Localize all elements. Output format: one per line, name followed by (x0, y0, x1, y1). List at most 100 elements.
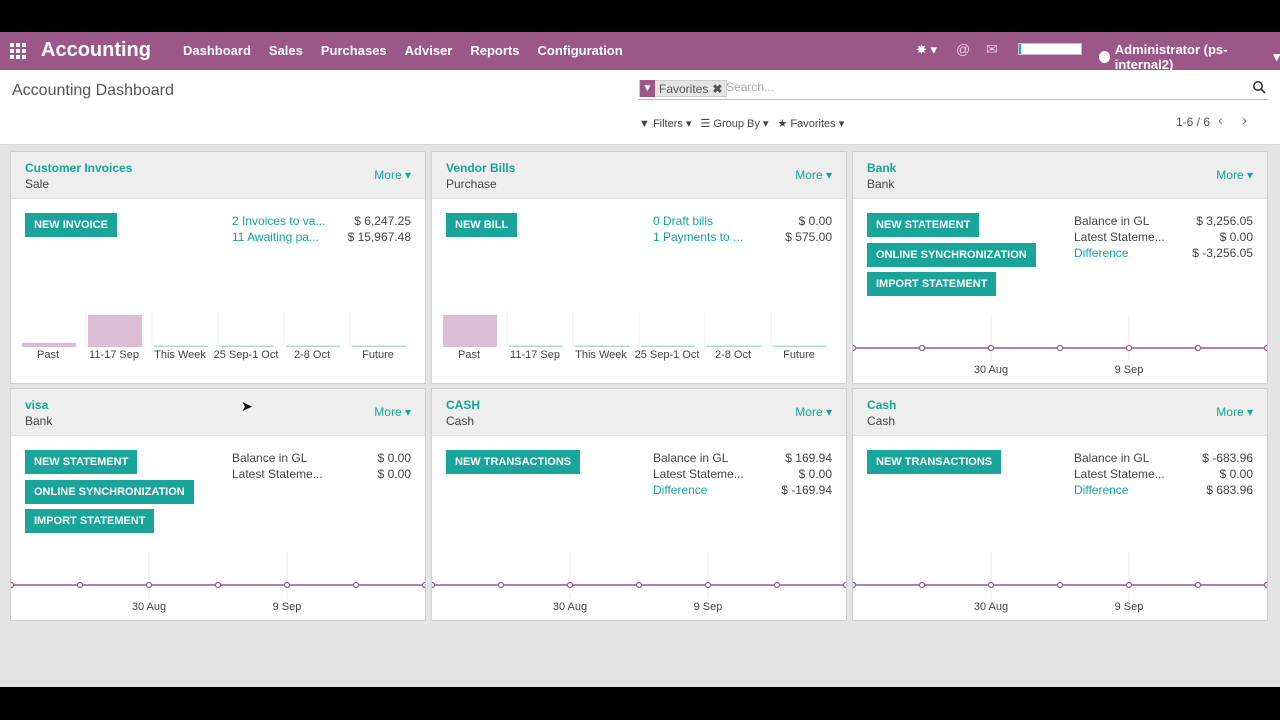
more-dropdown-button[interactable]: More ▾ (374, 405, 411, 419)
chart-bar (443, 315, 497, 347)
journal-card-cash: 30 Aug 9 Sep Cash Cash More ▾ NEW TRANSACTION… (853, 389, 1267, 620)
chart-point (1263, 344, 1267, 352)
chart-point (987, 344, 995, 352)
card-title[interactable]: Customer Invoices (25, 161, 132, 175)
chart-bar (286, 345, 340, 347)
user-menu[interactable]: Administrator (ps-internal2) ▾ (1099, 42, 1280, 72)
new-transactions-button[interactable]: NEW TRANSACTIONS (446, 450, 581, 474)
search-input[interactable] (726, 80, 1226, 94)
more-dropdown-button[interactable]: More ▾ (1216, 405, 1253, 419)
more-dropdown-button[interactable]: More ▾ (795, 405, 832, 419)
new-transactions-button[interactable]: NEW TRANSACTIONS (867, 450, 1002, 474)
group-by-button[interactable]: ☰ Group By ▾ (700, 117, 768, 130)
list-icon: ☰ (700, 118, 711, 130)
more-dropdown-button[interactable]: More ▾ (795, 168, 832, 182)
chart-category-label: 2-8 Oct (715, 349, 751, 361)
card-title[interactable]: Bank (867, 161, 896, 175)
filters-button[interactable]: ▼ Filters ▾ (639, 117, 691, 130)
mouse-cursor-icon: ➤ (241, 398, 253, 414)
mentions-icon[interactable]: @ (956, 41, 970, 57)
chart-point (283, 581, 291, 589)
new-statement-button[interactable]: NEW STATEMENT (867, 213, 980, 237)
chart-point (76, 581, 84, 589)
online-synchronization-button[interactable]: ONLINE SYNCHRONIZATION (25, 479, 194, 504)
stat-value: $ -3,256.05 (1192, 246, 1253, 260)
stat-value: $ -169.94 (781, 483, 832, 497)
stat-value: $ 169.94 (785, 451, 832, 465)
chart-point (987, 581, 995, 589)
caret-down-icon: ▾ (1243, 405, 1253, 419)
chart-bar (773, 345, 827, 347)
chart-point (1056, 344, 1064, 352)
chevron-right-icon[interactable]: › (1242, 112, 1247, 129)
chart-point (352, 581, 360, 589)
card-title[interactable]: visa (25, 398, 48, 412)
card-title[interactable]: Vendor Bills (446, 161, 515, 175)
stat-label[interactable]: 2 Invoices to va... (232, 214, 325, 228)
favorites-button[interactable]: ★ Favorites ▾ (777, 117, 844, 130)
chart-category-label: This Week (154, 349, 206, 361)
chart-point (421, 581, 425, 589)
more-dropdown-button[interactable]: More ▾ (374, 168, 411, 182)
chart-tick-label: 30 Aug (553, 601, 587, 613)
stat-label[interactable]: Difference (653, 483, 707, 497)
stat-label: Balance in GL (653, 451, 729, 465)
new-invoice-button[interactable]: NEW INVOICE (25, 213, 117, 237)
chevron-down-icon: ▾ (1273, 49, 1280, 64)
stat-label[interactable]: 1 Payments to ... (653, 230, 743, 244)
new-bill-button[interactable]: NEW BILL (446, 213, 518, 237)
progress-bar (1018, 43, 1082, 55)
pager-value: 1-6 / 6 (1176, 115, 1211, 129)
app-window: Accounting Dashboard Sales Purchases Adv… (0, 32, 1280, 687)
chart-point (1194, 344, 1202, 352)
menu-purchases[interactable]: Purchases (321, 43, 387, 58)
search-options: ▼ Filters ▾ ☰ Group By ▾ ★ Favorites ▾ (639, 117, 844, 130)
journal-card-customer-invoices: Past 11-17 Sep This Week 25 Sep-1 Oct 2-8 Oc… (11, 152, 425, 383)
chevron-left-icon[interactable]: ‹ (1218, 112, 1223, 129)
import-statement-button[interactable]: IMPORT STATEMENT (867, 272, 997, 296)
app-brand[interactable]: Accounting (41, 39, 151, 62)
menu-reports[interactable]: Reports (470, 43, 519, 58)
card-header: Customer Invoices Sale More ▾ (11, 152, 425, 199)
star-icon: ★ (777, 118, 788, 130)
stat-label[interactable]: 0 Draft bills (653, 214, 713, 228)
chart-point (773, 581, 781, 589)
card-header: visa Bank More ▾ (11, 389, 425, 436)
card-title[interactable]: Cash (867, 398, 896, 412)
card-title[interactable]: CASH (446, 398, 480, 412)
online-synchronization-button[interactable]: ONLINE SYNCHRONIZATION (867, 242, 1036, 267)
chart-point (918, 344, 926, 352)
stat-label[interactable]: Difference (1074, 483, 1128, 497)
menu-adviser[interactable]: Adviser (405, 43, 453, 58)
more-label: More (795, 168, 823, 182)
menu-sales[interactable]: Sales (269, 43, 303, 58)
stat-label: Balance in GL (1074, 214, 1150, 228)
chart-category-label: Past (458, 349, 480, 361)
chart-point (1263, 581, 1267, 589)
menu-configuration[interactable]: Configuration (537, 43, 622, 58)
chart-tick-label: 30 Aug (974, 364, 1008, 376)
chart-point (432, 581, 436, 589)
facet-label: Favorites (659, 81, 709, 96)
stat-value: $ 15,967.48 (347, 230, 411, 244)
stat-label[interactable]: Difference (1074, 246, 1128, 260)
debug-bug-icon[interactable]: ✸ ▾ (916, 42, 937, 58)
apps-grid-icon[interactable] (10, 43, 26, 59)
stat-label[interactable]: 11 Awaiting pa... (232, 230, 319, 244)
menu-dashboard[interactable]: Dashboard (183, 43, 251, 58)
card-header: CASH Cash More ▾ (432, 389, 846, 436)
chart-point (1056, 581, 1064, 589)
filter-icon: ▼ (640, 80, 655, 97)
more-dropdown-button[interactable]: More ▾ (1216, 168, 1253, 182)
chat-icon[interactable]: ✉ (986, 41, 998, 58)
import-statement-button[interactable]: IMPORT STATEMENT (25, 509, 155, 533)
facet-remove-icon[interactable]: ✖ (712, 82, 726, 96)
search-icon[interactable] (1252, 80, 1266, 94)
card-header: Cash Cash More ▾ (853, 389, 1267, 436)
stat-label: Balance in GL (232, 451, 308, 465)
new-statement-button[interactable]: NEW STATEMENT (25, 450, 138, 474)
caret-down-icon: ▾ (822, 405, 832, 419)
chart-bar (154, 345, 208, 347)
chart-tick-label: 30 Aug (132, 601, 166, 613)
stat-value: $ 0.00 (377, 451, 411, 465)
